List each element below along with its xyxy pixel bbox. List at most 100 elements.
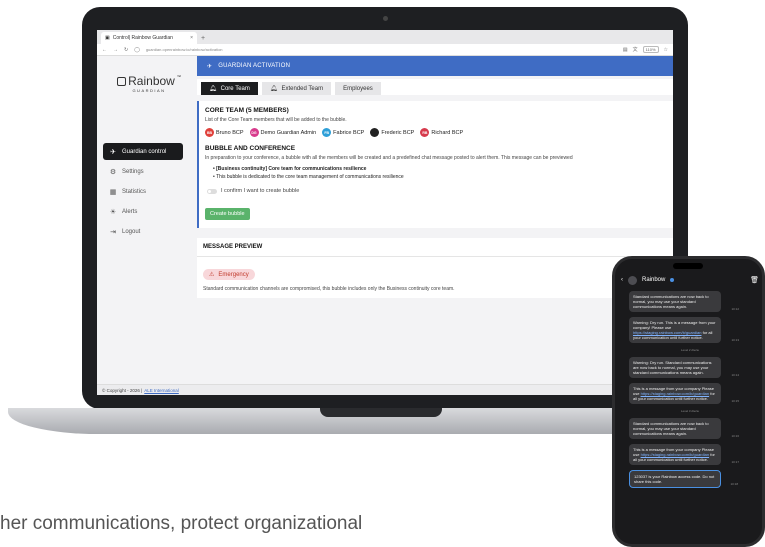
message-time: 10:18: [730, 482, 738, 486]
camera-icon: [383, 16, 388, 21]
reload-icon[interactable]: ↻: [124, 47, 128, 53]
page-title: GUARDIAN ACTIVATION: [218, 63, 291, 69]
browser-tab[interactable]: ▣ Control| Rainbow Guardian ×: [101, 32, 197, 44]
member-chip: DG Demo Guardian Admin: [249, 128, 317, 137]
footer: © Copyright - 2026 | ALE International: [97, 384, 673, 395]
url-bar: ← → ↻ ◯ guardian.openrainbow.io/rainbow/…: [97, 44, 673, 56]
sidebar-item-label: Logout: [122, 228, 141, 235]
browser-tabbar: ▣ Control| Rainbow Guardian × +: [97, 30, 673, 44]
sidebar-item-guardian-control[interactable]: ✈ Guardian control: [103, 143, 183, 160]
tab-label: Extended Team: [281, 85, 324, 92]
translate-icon[interactable]: 文: [633, 46, 638, 53]
message-time: 10:13: [731, 338, 739, 342]
message-time: 10:14: [731, 373, 739, 377]
tab-employees[interactable]: Employees: [335, 82, 381, 95]
member-list: BB Bruno BCP DG Demo Guardian Admin FB F…: [205, 128, 667, 137]
sidebar-item-logout[interactable]: ⇥ Logout: [103, 223, 183, 240]
warning-icon: ⚠: [209, 272, 215, 278]
create-bubble-button[interactable]: Create bubble: [205, 208, 250, 220]
back-icon[interactable]: ‹: [621, 277, 623, 283]
chat-message: Standard communications are now back to …: [629, 418, 739, 439]
emergency-badge: ⚠ Emergency: [203, 269, 255, 280]
new-tab-button[interactable]: +: [201, 35, 205, 42]
chart-icon: ▦: [109, 188, 117, 196]
bubble-detail-text: This bubble is dedicated to the core tea…: [216, 174, 404, 180]
url-input[interactable]: guardian.openrainbow.io/rainbow/activati…: [146, 47, 223, 52]
back-icon[interactable]: ←: [102, 47, 107, 53]
member-chip: FB Fabrice BCP: [322, 128, 364, 137]
forward-icon[interactable]: →: [113, 47, 118, 53]
sidebar-item-label: Guardian control: [122, 148, 167, 155]
footer-link[interactable]: ALE International: [144, 388, 179, 393]
reader-icon[interactable]: ▤: [623, 47, 628, 53]
avatar: FB: [322, 128, 332, 137]
message-text: Standard communications are now back to …: [633, 294, 709, 309]
avatar: DG: [249, 128, 259, 137]
confirm-label: I confirm I want to create bubble: [221, 188, 300, 194]
logo: Rainbow ™ GUARDIAN: [115, 74, 183, 93]
confirm-toggle[interactable]: [207, 188, 217, 194]
message-text: Standard communications are now back to …: [633, 421, 709, 436]
chat-title: Rainbow: [642, 277, 666, 283]
bell-icon: 🔔︎: [269, 86, 278, 92]
chat-separator: Level 3 Alerte: [680, 409, 700, 413]
chat-message: Warning: Dry run. This is a message from…: [629, 317, 739, 343]
message-text: Warning: Dry run. This is a message from…: [633, 320, 716, 330]
member-chip: Frederic BCP: [370, 128, 414, 137]
rainbow-logo-icon: [117, 76, 127, 86]
tagline: her communications, protect organization…: [0, 513, 363, 534]
member-chip: RB Richard BCP: [420, 128, 463, 137]
message-text: 123037 is your Rainbow access code. Do n…: [634, 474, 715, 484]
tab-label: Employees: [343, 85, 373, 92]
activation-card: CORE TEAM (5 MEMBERS) List of the Core T…: [197, 101, 673, 228]
preview-title: MESSAGE PREVIEW: [197, 238, 673, 257]
sidebar-item-settings[interactable]: ⚙ Settings: [103, 163, 183, 180]
logo-text: Rainbow: [128, 74, 175, 88]
bubble-name: • [Business continuity] Core team for co…: [213, 166, 367, 172]
page-banner: ✈ GUARDIAN ACTIVATION: [197, 56, 673, 76]
avatar: RB: [420, 128, 430, 137]
copyright-text: © Copyright - 2026 |: [102, 387, 143, 393]
main-content: ✈ GUARDIAN ACTIVATION 🔔︎ Core Team 🔔︎ Ex…: [197, 56, 673, 298]
member-name: Fabrice BCP: [333, 129, 365, 136]
bubble-name-text: [Business continuity] Core team for comm…: [216, 166, 367, 172]
chat-message: Warning: Dry run. Standard communication…: [629, 357, 739, 378]
sidebar-item-label: Settings: [122, 168, 144, 175]
tab-extended-team[interactable]: 🔔︎ Extended Team: [261, 82, 332, 95]
rocket-icon: ✈: [207, 63, 213, 70]
chat-message: This is a message from your company Plea…: [629, 383, 739, 404]
bell-icon: 🔔︎: [209, 86, 217, 92]
member-name: Frederic BCP: [381, 129, 415, 136]
chat-separator: Level 2 Alerte: [680, 348, 700, 352]
app: Rainbow ™ GUARDIAN ✈ Guardian control ⚙ …: [97, 56, 673, 395]
sidebar-item-alerts[interactable]: ☀ Alerts: [103, 203, 183, 220]
tab-core-team[interactable]: 🔔︎ Core Team: [201, 82, 258, 95]
member-name: Demo Guardian Admin: [260, 129, 317, 136]
phone: ‹ Rainbow 🗑︎ Standard communications are…: [612, 256, 765, 547]
bubble-description: In preparation to your conference, a bub…: [205, 155, 573, 161]
laptop-screen: ▣ Control| Rainbow Guardian × + ← → ↻ ◯ …: [97, 30, 673, 395]
sidebar-item-statistics[interactable]: ▦ Statistics: [103, 183, 183, 200]
laptop-notch: [320, 408, 442, 417]
bookmark-icon[interactable]: ☆: [664, 47, 668, 53]
rocket-icon: ✈: [110, 148, 116, 156]
message-time: 10:17: [731, 460, 739, 464]
chat-message: Standard communications are now back to …: [629, 291, 739, 312]
avatar: [628, 275, 637, 285]
logout-icon: ⇥: [110, 228, 116, 236]
tab-close-icon[interactable]: ×: [190, 35, 193, 41]
logo-subtitle: GUARDIAN: [132, 88, 166, 93]
preview-body: ⚠ Emergency Standard communication chann…: [197, 257, 673, 298]
chat-header: ‹ Rainbow 🗑︎: [621, 272, 759, 288]
status-dot: [670, 278, 675, 282]
preview-text: Standard communication channels are comp…: [203, 286, 455, 292]
tab-favicon-icon: ▣: [105, 35, 110, 41]
sidebar-item-label: Alerts: [122, 208, 138, 215]
member-name: Richard BCP: [431, 129, 464, 136]
tab-label: Core Team: [220, 85, 250, 92]
chat-messages: Standard communications are now back to …: [629, 291, 751, 493]
chat-message: 123037 is your Rainbow access code. Do n…: [629, 470, 738, 488]
trash-icon[interactable]: 🗑︎: [750, 276, 759, 284]
zoom-level[interactable]: 110%: [642, 46, 659, 53]
shield-icon: ◯: [134, 46, 140, 53]
